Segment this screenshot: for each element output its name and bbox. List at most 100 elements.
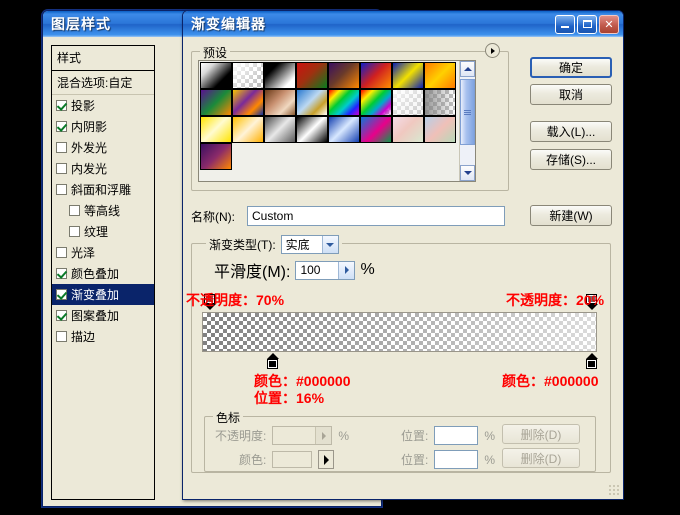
preset-menu-arrow-icon[interactable] [485, 43, 500, 58]
color-delete-button: 删除(D) [502, 448, 580, 468]
stepper-arrow-icon[interactable] [338, 261, 355, 279]
preset-swatch-blue-white-blue[interactable] [328, 116, 360, 143]
preset-swatch-violet-orange[interactable] [328, 62, 360, 89]
preset-swatch-violet-green-orange[interactable] [200, 89, 232, 116]
scrollbar-thumb[interactable] [460, 79, 475, 145]
checkbox-icon[interactable] [56, 331, 67, 342]
minimize-icon[interactable] [555, 14, 575, 34]
annotation-position-left: 位置：16% [254, 390, 325, 406]
style-item-outer-glow[interactable]: 外发光 [52, 137, 154, 158]
preset-swatch-yellow-violet-orange-blue[interactable] [232, 89, 264, 116]
checkbox-icon[interactable] [56, 163, 67, 174]
gradient-settings-group: 渐变类型(T): 实底 平滑度(M): 100 % 色标 不透明度: % 位置:… [191, 235, 611, 473]
checkbox-icon[interactable] [56, 184, 67, 195]
preset-swatch-blue-red-yellow[interactable] [360, 62, 392, 89]
opacity-delete-button: 删除(D) [502, 424, 580, 444]
preset-swatch-black-white-diagonal[interactable] [296, 116, 328, 143]
opacity-position-input[interactable] [434, 426, 479, 445]
color-stop-swatch [586, 359, 597, 369]
color-dropdown-arrow-icon [318, 450, 335, 469]
smoothness-row: 平滑度(M): 100 % [214, 258, 375, 282]
scroll-up-icon[interactable] [460, 61, 475, 77]
preset-swatch-pastel-blue-pink[interactable] [424, 116, 456, 143]
screen: 图层样式 样式 混合选项:自定 投影 内阴影 外发光 内发光 斜面和浮雕 等高线… [0, 0, 680, 515]
resize-grip-icon[interactable] [608, 484, 620, 496]
gradient-editor-titlebar[interactable]: 渐变编辑器 ✕ [183, 11, 623, 37]
close-icon[interactable]: ✕ [599, 14, 619, 34]
checkbox-icon[interactable] [56, 268, 67, 279]
preset-swatch-blue-magenta-green[interactable] [360, 116, 392, 143]
smoothness-input[interactable]: 100 [295, 260, 356, 280]
name-input[interactable] [247, 206, 505, 226]
color-field-row: 颜色: [239, 450, 335, 469]
scroll-down-icon[interactable] [460, 165, 475, 181]
preset-swatch-foreground-to-transparent[interactable] [232, 62, 264, 89]
style-item-label: 外发光 [71, 141, 108, 155]
load-button[interactable]: 载入(L)... [530, 121, 612, 142]
blending-options-item[interactable]: 混合选项:自定 [52, 71, 154, 95]
color-stop-right[interactable] [585, 353, 598, 369]
preset-swatch-transparent-rainbow[interactable] [360, 89, 392, 116]
gradient-editor-window: 渐变编辑器 ✕ 预设 确定 取消 载入(L)... 存储(S)... 新建(W)… [182, 10, 624, 500]
preset-swatch-orange-yellow-orange[interactable] [424, 62, 456, 89]
gradient-preview-bar[interactable] [202, 312, 597, 352]
preset-swatch-orange-white-orange[interactable] [232, 116, 264, 143]
preset-swatch-neutral-density[interactable] [424, 89, 456, 116]
preset-swatch-copper[interactable] [264, 89, 296, 116]
style-item-label: 投影 [71, 99, 96, 113]
stop-opacity-label: 不透明度: [215, 429, 267, 443]
checkbox-icon[interactable] [56, 289, 67, 300]
preset-swatch-spectrum[interactable] [328, 89, 360, 116]
style-item-gradient-overlay[interactable]: 渐变叠加 [52, 284, 154, 305]
style-item-drop-shadow[interactable]: 投影 [52, 95, 154, 116]
preset-swatch-list[interactable] [198, 60, 476, 182]
style-item-label: 纹理 [84, 225, 109, 239]
checkbox-icon[interactable] [56, 121, 67, 132]
preset-swatch-silver[interactable] [264, 116, 296, 143]
gradient-type-row: 渐变类型(T): 实底 [206, 235, 342, 254]
gradient-type-select[interactable]: 实底 [280, 235, 339, 254]
style-item-bevel-emboss[interactable]: 斜面和浮雕 [52, 179, 154, 200]
checkbox-icon[interactable] [56, 247, 67, 258]
checkbox-icon[interactable] [69, 205, 80, 216]
style-item-color-overlay[interactable]: 颜色叠加 [52, 263, 154, 284]
ok-button[interactable]: 确定 [530, 57, 612, 78]
style-item-inner-glow[interactable]: 内发光 [52, 158, 154, 179]
style-item-texture[interactable]: 纹理 [52, 221, 154, 242]
stop-opacity-unit: % [338, 428, 350, 443]
opacity-position-row: 位置: % [401, 426, 495, 445]
style-item-satin[interactable]: 光泽 [52, 242, 154, 263]
layer-style-title: 图层样式 [51, 16, 111, 32]
style-item-pattern-overlay[interactable]: 图案叠加 [52, 305, 154, 326]
checkbox-icon[interactable] [56, 310, 67, 321]
preset-scrollbar[interactable] [459, 61, 475, 181]
save-button[interactable]: 存储(S)... [530, 149, 612, 170]
color-position-input[interactable] [434, 450, 479, 469]
style-item-contour[interactable]: 等高线 [52, 200, 154, 221]
name-row: 名称(N): [191, 205, 611, 227]
preset-swatch-transparent-stripes[interactable] [392, 89, 424, 116]
preset-swatch-violet-orange-2[interactable] [200, 143, 232, 170]
cancel-button[interactable]: 取消 [530, 84, 612, 105]
preset-swatch-chrome[interactable] [296, 89, 328, 116]
preset-swatch-blue-yellow-blue[interactable] [392, 62, 424, 89]
style-item-stroke[interactable]: 描边 [52, 326, 154, 347]
preset-swatch-yellow-white-yellow[interactable] [200, 116, 232, 143]
style-list: 样式 混合选项:自定 投影 内阴影 外发光 内发光 斜面和浮雕 等高线 纹理 光… [51, 45, 155, 500]
annotation-opacity-left: 不透明度：70% [186, 292, 285, 308]
color-stop-left[interactable] [266, 353, 279, 369]
style-item-inner-shadow[interactable]: 内阴影 [52, 116, 154, 137]
preset-swatch-black-white[interactable] [264, 62, 296, 89]
preset-swatch-red-green[interactable] [296, 62, 328, 89]
preset-swatch-pastel-pink[interactable] [392, 116, 424, 143]
chevron-down-icon[interactable] [321, 236, 338, 253]
presets-label: 预设 [200, 44, 231, 61]
checkbox-icon[interactable] [56, 100, 67, 111]
checkbox-icon[interactable] [56, 142, 67, 153]
maximize-icon[interactable] [577, 14, 597, 34]
checkbox-icon[interactable] [69, 226, 80, 237]
scrollbar-track[interactable] [460, 77, 475, 165]
gradient-type-label: 渐变类型(T): [209, 238, 276, 252]
annotation-opacity-right: 不透明度：20% [506, 292, 605, 308]
preset-swatch-foreground-to-background[interactable] [200, 62, 232, 89]
